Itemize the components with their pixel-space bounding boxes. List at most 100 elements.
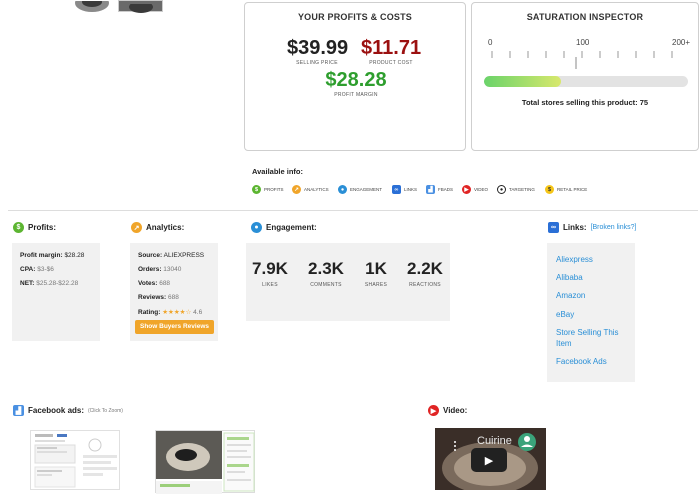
rating-value: 4.6 (193, 309, 203, 316)
fbads-icon: ▟ (426, 185, 435, 194)
profit-margin-label: Profit margin: (20, 252, 63, 259)
price-tag-icon: $ (545, 185, 554, 194)
video-title: Cuirine (477, 435, 512, 447)
profit-margin-label: PROFIT MARGIN (334, 92, 378, 98)
product-cost: $11.71 (361, 37, 422, 59)
drop-icon: ● (338, 185, 347, 194)
legend-engagement: ● ENGAGEMENT (338, 185, 382, 194)
legend-label: ANALYTICS (304, 187, 329, 192)
orders-label: Orders: (138, 266, 162, 273)
selling-price: $39.99 (287, 37, 349, 59)
votes-label: Votes: (138, 280, 158, 287)
source-label: Source: (138, 252, 163, 259)
link-aliexpress[interactable]: Aliexpress (556, 255, 593, 264)
legend-analytics: ↗ ANALYTICS (292, 185, 329, 194)
profit-margin: $28.28 (325, 69, 387, 91)
comments-value: 2.3K (308, 259, 344, 278)
net-value: $25.28-$22.28 (36, 280, 79, 287)
link-store-selling[interactable]: Store Selling This Item (556, 327, 628, 349)
target-icon: ● (497, 185, 506, 194)
click-to-zoom-note: (Click To Zoom) (88, 407, 123, 414)
legend-label: ENGAGEMENT (350, 187, 383, 192)
thumbnail-1[interactable] (72, 0, 112, 12)
reactions-label: REACTIONS (409, 282, 441, 288)
play-triangle-icon: ▶ (484, 454, 494, 467)
drop-icon: ● (251, 222, 262, 233)
profits-heading: $ Profits: (13, 222, 56, 233)
thumbnail-2[interactable] (118, 0, 163, 13)
video-player[interactable]: Cuirine ▶ (435, 428, 546, 490)
link-icon: ∞ (392, 185, 401, 194)
shares-value: 1K (365, 259, 387, 278)
reviews-label: Reviews: (138, 294, 167, 301)
video-play-button[interactable]: ▶ (471, 448, 507, 472)
saturation-ticks (491, 51, 673, 69)
profit-margin-value: $28.28 (64, 252, 85, 259)
likes-value: 7.9K (252, 259, 288, 278)
profits-costs-title: YOUR PROFITS & COSTS (297, 12, 412, 22)
broken-links-link[interactable]: [Broken links?] (591, 224, 637, 231)
product-cost-label: PRODUCT COST (369, 60, 413, 66)
legend-links: ∞ LINKS (392, 185, 417, 194)
profits-box: Profit margin: $28.28 CPA: $3-$6 NET: $2… (12, 243, 100, 341)
links-heading: ∞ Links: [Broken links?] (548, 222, 636, 233)
link-icon: ∞ (548, 222, 559, 233)
engagement-box: 7.9K LIKES 2.3K COMMENTS 1K SHARES 2.2K … (246, 243, 450, 321)
link-alibaba[interactable]: Alibaba (556, 273, 583, 282)
profits-heading-label: Profits: (28, 223, 56, 232)
fbads-icon: ▟ (13, 405, 24, 416)
saturation-title: SATURATION INSPECTOR (526, 12, 644, 22)
saturation-bar (484, 76, 688, 87)
analytics-heading-label: Analytics: (146, 223, 185, 232)
analytics-icon: ↗ (131, 222, 142, 233)
reactions-value: 2.2K (407, 259, 443, 278)
comments-label: COMMENTS (310, 282, 342, 288)
shares-label: SHARES (364, 282, 388, 288)
fb-ad-screenshot-1[interactable] (30, 430, 120, 490)
legend-targeting: ● TARGETING (497, 185, 535, 194)
analytics-icon: ↗ (292, 185, 301, 194)
net-label: NET: (20, 280, 35, 287)
legend-label: FBADS (438, 187, 454, 192)
legend-label: VIDEO (474, 187, 489, 192)
facebook-ads-heading-label: Facebook ads: (28, 406, 85, 415)
video-heading: ▶ Video: (428, 405, 467, 416)
facebook-ads-heading: ▟ Facebook ads: (Click To Zoom) (13, 405, 123, 416)
legend-video: ▶ VIDEO (462, 185, 488, 194)
reviews-value: 688 (168, 294, 179, 301)
play-icon: ▶ (428, 405, 439, 416)
legend-profits: $ PROFITS (252, 185, 284, 194)
available-info-heading: Available info: (252, 167, 303, 176)
legend-label: LINKS (404, 187, 418, 192)
engagement-heading: ● Engagement: (251, 222, 317, 233)
total-stores-value: 75 (639, 98, 649, 107)
fb-ad-screenshot-2[interactable] (155, 430, 255, 494)
selling-price-label: SELLING PRICE (296, 60, 338, 66)
link-ebay[interactable]: eBay (556, 310, 574, 319)
play-icon: ▶ (462, 185, 471, 194)
analytics-heading: ↗ Analytics: (131, 222, 184, 233)
legend-label: RETAIL PRICE (557, 187, 588, 192)
profits-costs-card: YOUR PROFITS & COSTS $39.99 SELLING PRIC… (244, 2, 466, 151)
saturation-inspector-card: SATURATION INSPECTOR 0 100 200+ Total st… (471, 2, 699, 151)
scale-label-0: 0 (488, 38, 493, 47)
scale-label-200: 200+ (672, 38, 691, 47)
show-buyers-reviews-button[interactable]: Show Buyers Reviews (135, 320, 214, 334)
cpa-label: CPA: (20, 266, 36, 273)
rating-stars: ★★★★☆ (162, 309, 192, 316)
legend-retail-price: $ RETAIL PRICE (545, 185, 587, 194)
legend-fbads: ▟ FBADS (426, 185, 453, 194)
divider (8, 210, 698, 211)
legend-label: PROFITS (264, 187, 284, 192)
likes-label: LIKES (262, 282, 278, 288)
votes-value: 688 (159, 280, 171, 287)
rating-label: Rating: (138, 309, 161, 316)
video-heading-label: Video: (443, 406, 468, 415)
link-amazon[interactable]: Amazon (556, 291, 585, 300)
legend-label: TARGETING (509, 187, 535, 192)
engagement-heading-label: Engagement: (266, 223, 317, 232)
link-facebook-ads[interactable]: Facebook Ads (556, 357, 607, 366)
saturation-fill (484, 76, 561, 87)
cpa-value: $3-$6 (37, 266, 54, 273)
scale-label-100: 100 (576, 38, 590, 47)
